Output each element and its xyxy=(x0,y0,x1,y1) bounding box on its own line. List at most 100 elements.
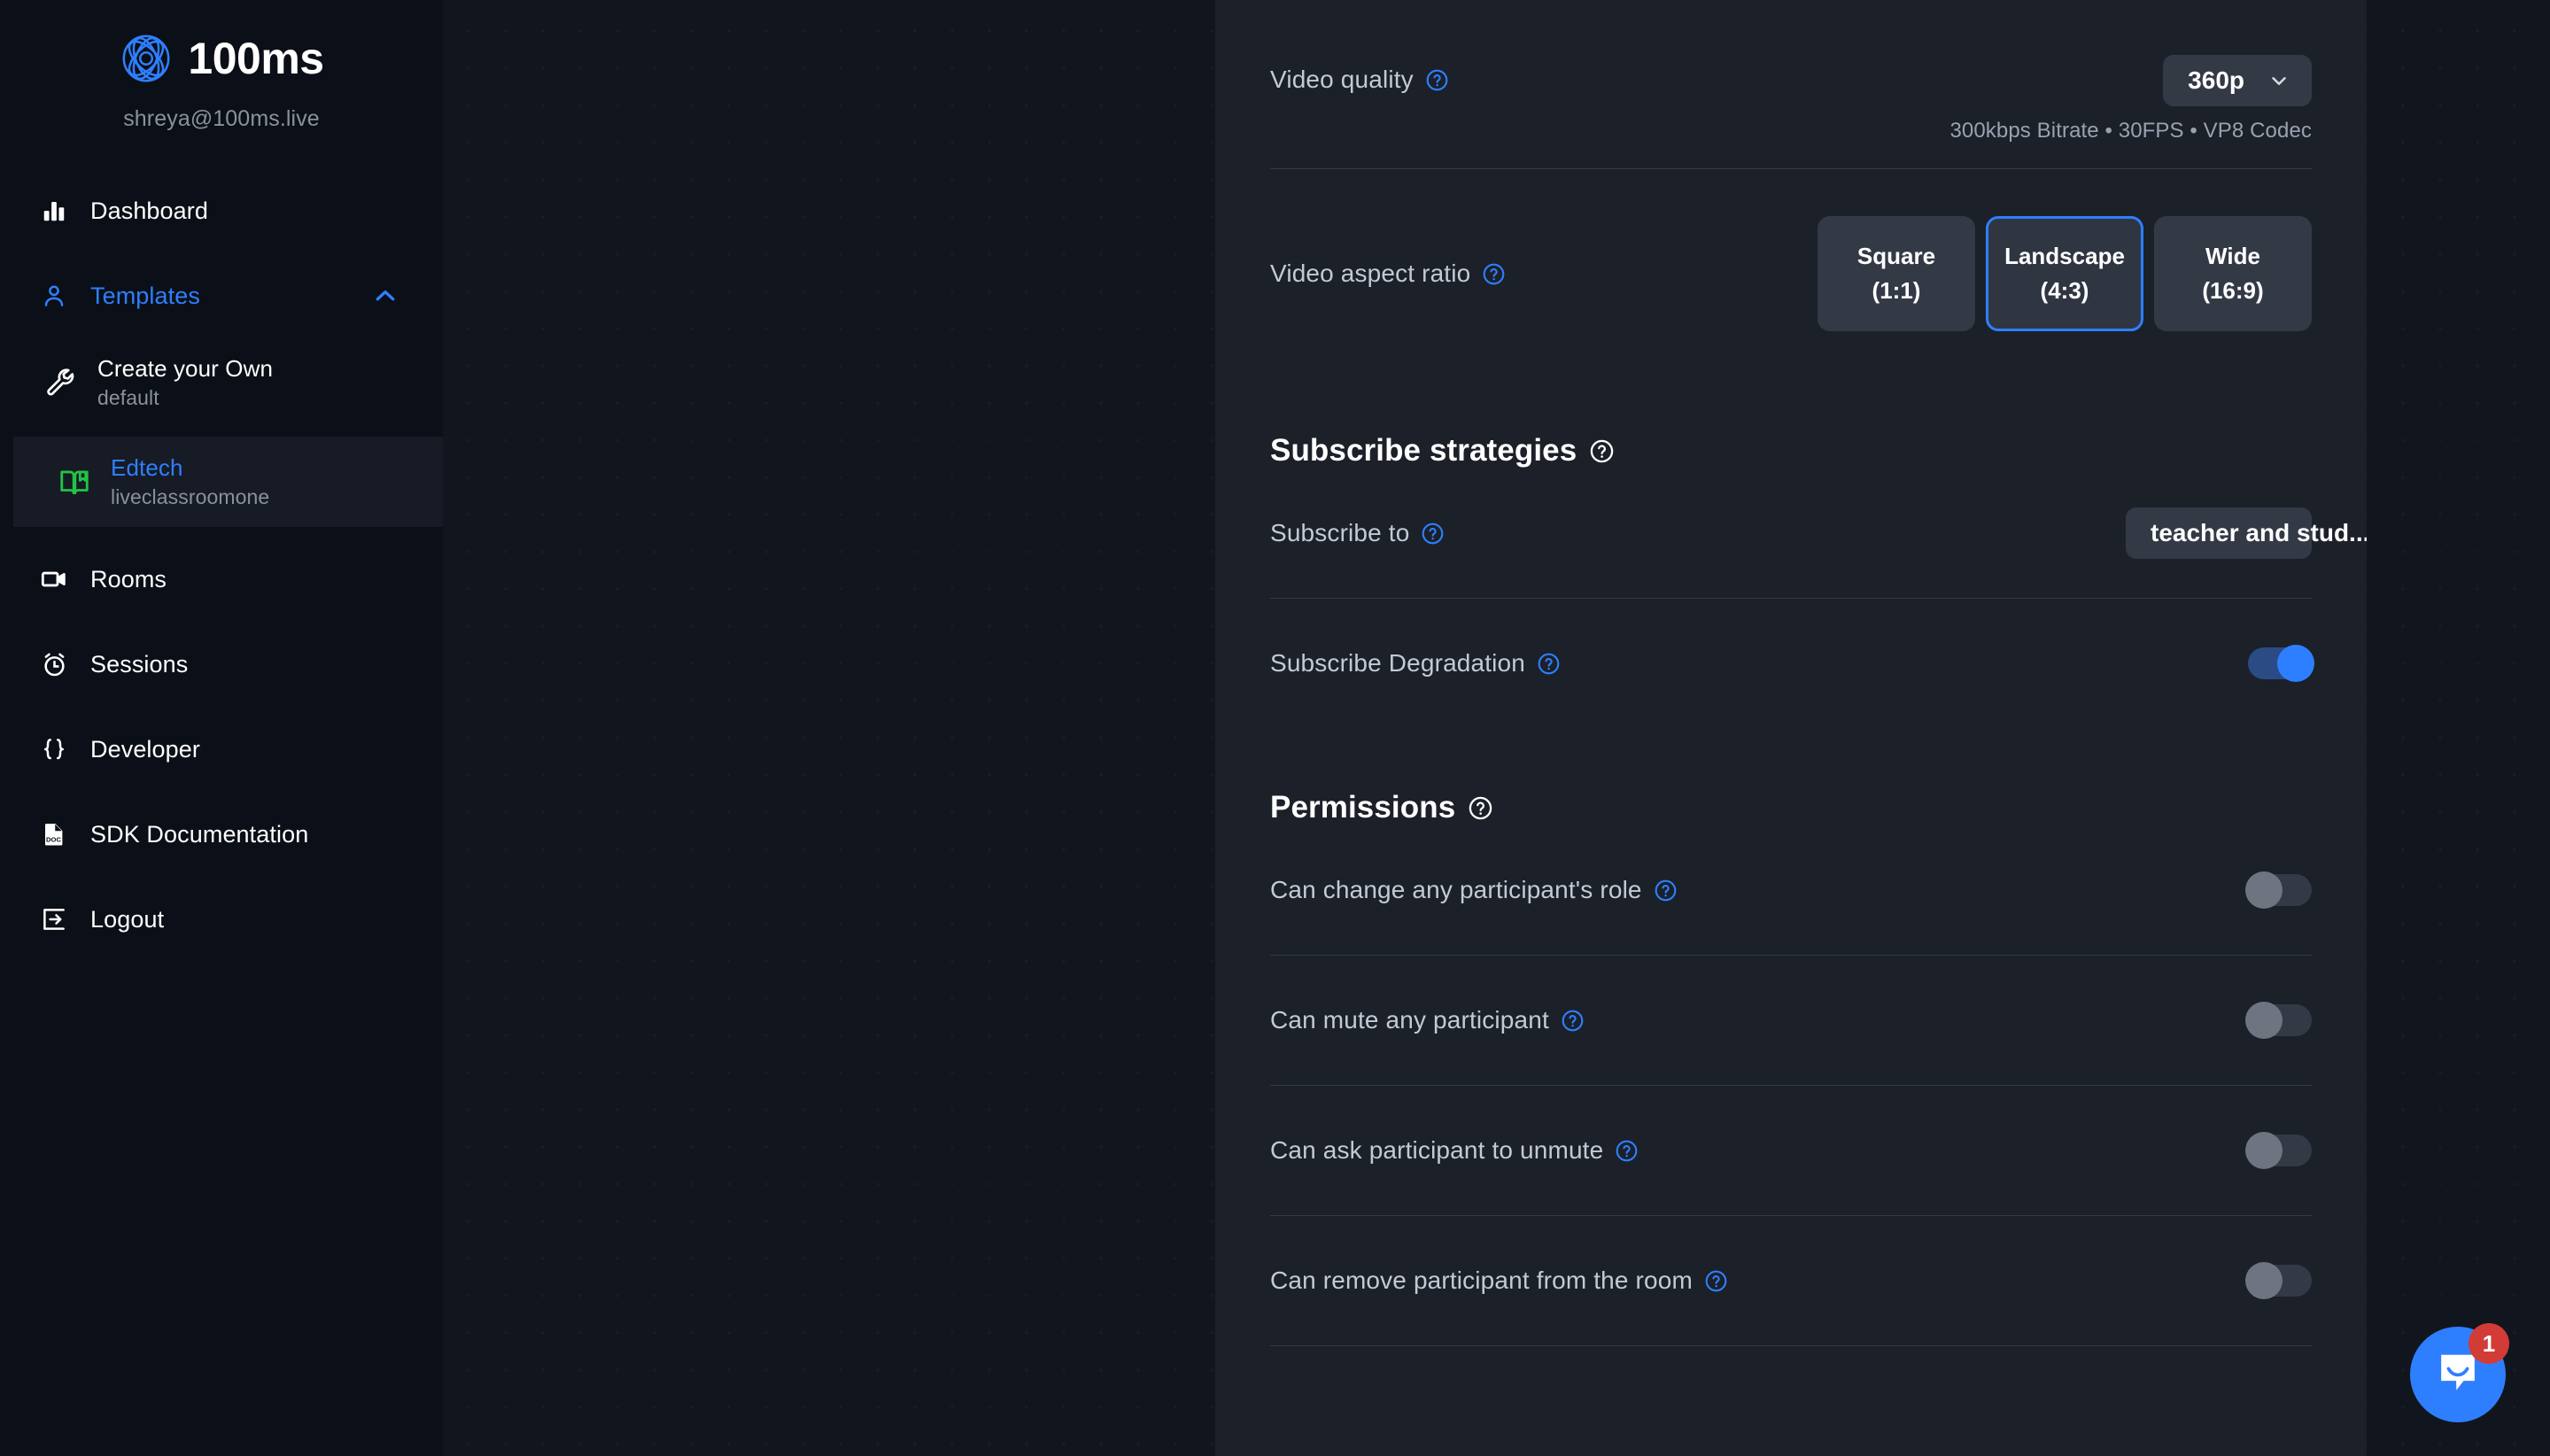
permission-toggle[interactable] xyxy=(2245,1002,2312,1039)
template-subtitle: liveclassroomone xyxy=(111,485,270,508)
chevron-up-icon[interactable] xyxy=(372,283,399,309)
video-aspect-ratio-row: Video aspect ratio Square (1:1) Landscap… xyxy=(1270,169,2312,378)
sidebar-item-dashboard[interactable]: Dashboard xyxy=(0,178,443,244)
template-item-edtech[interactable]: Edtech liveclassroomone xyxy=(13,437,443,527)
question-circle-icon[interactable] xyxy=(1654,879,1678,902)
subscribe-to-select[interactable]: teacher and stud... xyxy=(2126,507,2367,559)
template-title: Create your Own xyxy=(97,355,274,382)
subscribe-to-label: Subscribe to xyxy=(1270,519,1445,547)
permission-toggle[interactable] xyxy=(2245,1132,2312,1169)
video-quality-meta: 300kbps Bitrate • 30FPS • VP8 Codec xyxy=(1949,119,2312,143)
aspect-option-name: Landscape xyxy=(2004,242,2125,269)
sidebar-item-label: Dashboard xyxy=(90,197,208,224)
video-quality-select[interactable]: 360p xyxy=(2163,55,2312,106)
permission-label: Can change any participant's role xyxy=(1270,876,1678,904)
wrench-icon xyxy=(44,366,78,399)
aspect-option-square[interactable]: Square (1:1) xyxy=(1818,216,1975,331)
brand-name: 100ms xyxy=(188,34,324,83)
video-quality-controls: 360p 300kbps Bitrate • 30FPS • VP8 Codec xyxy=(1949,55,2312,143)
flower-logo-icon xyxy=(119,31,174,86)
sidebar-item-templates[interactable]: Templates xyxy=(0,263,443,329)
permission-toggle[interactable] xyxy=(2245,871,2312,909)
sidebar-item-sessions[interactable]: Sessions xyxy=(0,631,443,697)
sidebar-item-sdk-documentation[interactable]: DOC SDK Documentation xyxy=(0,802,443,867)
question-circle-icon[interactable] xyxy=(1421,522,1445,546)
user-email: shreya@100ms.live xyxy=(123,106,320,131)
video-quality-label-text: Video quality xyxy=(1270,66,1414,93)
question-circle-icon[interactable] xyxy=(1589,438,1615,464)
subscribe-degradation-label: Subscribe Degradation xyxy=(1270,649,1561,678)
subscribe-strategies-heading: Subscribe strategies xyxy=(1270,433,2312,469)
subscribe-to-row: Subscribe to teacher and stud... xyxy=(1270,469,2367,598)
settings-panel: Video quality 360p 300kbps Bitrate • 30F… xyxy=(1215,0,2367,1456)
aspect-option-ratio: (4:3) xyxy=(2040,277,2089,304)
divider xyxy=(1270,1345,2312,1346)
aspect-option-name: Wide xyxy=(2205,242,2260,269)
sidebar-item-logout[interactable]: Logout xyxy=(0,887,443,952)
permissions-heading: Permissions xyxy=(1270,790,2312,825)
curly-braces-icon xyxy=(39,734,69,764)
toggle-knob xyxy=(2245,1262,2283,1299)
question-circle-icon[interactable] xyxy=(1425,68,1449,92)
aspect-option-name: Square xyxy=(1856,242,1936,269)
chevron-down-icon xyxy=(2267,69,2290,92)
video-aspect-ratio-label-text: Video aspect ratio xyxy=(1270,259,1471,287)
permission-label-text: Can change any participant's role xyxy=(1270,876,1642,903)
template-item-text: Create your Own default xyxy=(97,355,273,410)
subscribe-strategies-heading-text: Subscribe strategies xyxy=(1270,433,1577,468)
template-subtitle: default xyxy=(97,386,159,409)
sidebar-item-label: Rooms xyxy=(90,565,167,592)
question-circle-icon[interactable] xyxy=(1615,1139,1639,1163)
toggle-knob xyxy=(2245,1002,2283,1039)
permission-label: Can remove participant from the room xyxy=(1270,1266,1728,1295)
permission-label: Can mute any participant xyxy=(1270,1006,1585,1034)
sidebar-item-label: Templates xyxy=(90,282,200,309)
permission-row: Can mute any participant xyxy=(1270,956,2312,1085)
permission-label: Can ask participant to unmute xyxy=(1270,1136,1639,1165)
permission-row: Can ask participant to unmute xyxy=(1270,1086,2312,1215)
sidebar-item-label: Developer xyxy=(90,735,200,763)
video-camera-icon xyxy=(39,564,69,594)
bar-chart-icon xyxy=(39,196,69,226)
sidebar: 100ms shreya@100ms.live Dashboard Templa… xyxy=(0,0,443,1456)
video-aspect-ratio-label: Video aspect ratio xyxy=(1270,259,1506,288)
question-circle-icon[interactable] xyxy=(1561,1009,1585,1033)
aspect-option-wide[interactable]: Wide (16:9) xyxy=(2154,216,2312,331)
sidebar-item-rooms[interactable]: Rooms xyxy=(0,546,443,612)
app-root: 100ms shreya@100ms.live Dashboard Templa… xyxy=(0,0,2550,1456)
question-circle-icon[interactable] xyxy=(1468,795,1493,821)
aspect-option-ratio: (16:9) xyxy=(2202,277,2264,304)
sidebar-nav: Dashboard Templates Create your Own defa… xyxy=(0,178,443,952)
svg-text:DOC: DOC xyxy=(46,835,61,843)
subscribe-degradation-row: Subscribe Degradation xyxy=(1270,599,2314,728)
toggle-knob xyxy=(2245,871,2283,909)
permission-row: Can change any participant's role xyxy=(1270,825,2312,955)
subscribe-degradation-toggle[interactable] xyxy=(2248,645,2314,682)
toggle-knob xyxy=(2245,1132,2283,1169)
subscribe-degradation-label-text: Subscribe Degradation xyxy=(1270,649,1525,677)
aspect-option-landscape[interactable]: Landscape (4:3) xyxy=(1986,216,2143,331)
sidebar-item-label: Sessions xyxy=(90,650,189,678)
template-item-text: Edtech liveclassroomone xyxy=(111,454,269,509)
subscribe-to-value: teacher and stud... xyxy=(2151,519,2367,546)
aspect-option-ratio: (1:1) xyxy=(1872,277,1921,304)
doc-file-icon: DOC xyxy=(39,819,69,849)
permission-label-text: Can ask participant to unmute xyxy=(1270,1136,1604,1164)
subscribe-to-label-text: Subscribe to xyxy=(1270,519,1410,546)
intercom-messenger-button[interactable]: 1 xyxy=(2410,1323,2509,1422)
question-circle-icon[interactable] xyxy=(1482,262,1506,286)
video-quality-label: Video quality xyxy=(1270,66,1449,94)
template-item-create-your-own[interactable]: Create your Own default xyxy=(0,337,443,428)
toggle-knob xyxy=(2277,645,2314,682)
template-title: Edtech xyxy=(111,454,183,481)
brand-row[interactable]: 100ms xyxy=(0,27,443,90)
sidebar-item-label: SDK Documentation xyxy=(90,820,309,848)
permission-toggle[interactable] xyxy=(2245,1262,2312,1299)
permission-row: Can remove participant from the room xyxy=(1270,1216,2312,1345)
aspect-ratio-options: Square (1:1) Landscape (4:3) Wide (16:9) xyxy=(1818,216,2312,331)
question-circle-icon[interactable] xyxy=(1704,1269,1728,1293)
question-circle-icon[interactable] xyxy=(1537,652,1561,676)
permission-label-text: Can mute any participant xyxy=(1270,1006,1549,1034)
sidebar-item-developer[interactable]: Developer xyxy=(0,716,443,782)
permission-label-text: Can remove participant from the room xyxy=(1270,1266,1693,1294)
